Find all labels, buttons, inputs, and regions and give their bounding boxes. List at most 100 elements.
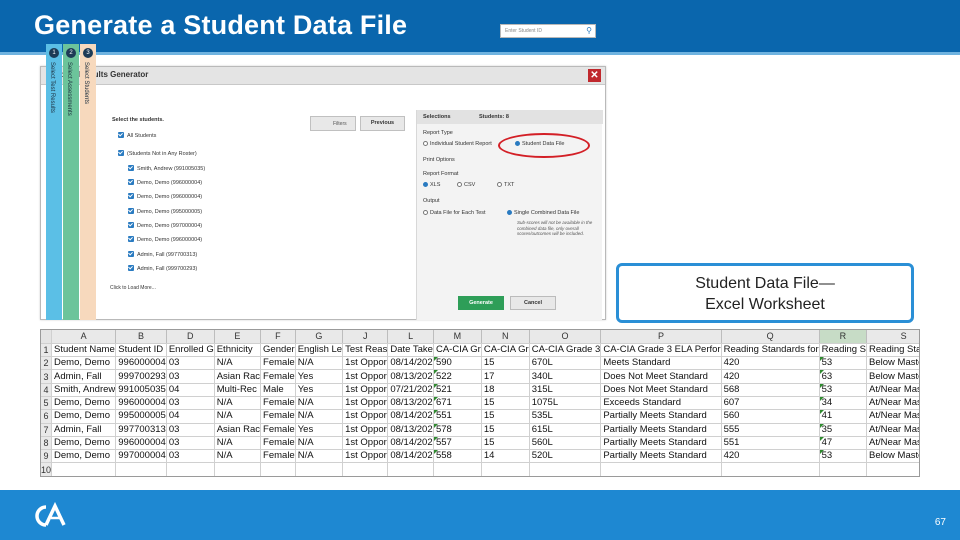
table-cell[interactable]: N/A	[214, 409, 262, 424]
table-cell[interactable]: 420	[721, 449, 820, 464]
table-cell[interactable]: N/A	[214, 436, 262, 451]
table-cell[interactable]: 420	[721, 356, 820, 371]
table-cell[interactable]: English Le	[295, 343, 344, 358]
table-cell[interactable]: At/Near Mastery	[866, 423, 919, 437]
table-cell[interactable]: CA-CIA Grade 3 ELA Perfor	[600, 343, 722, 358]
table-cell[interactable]: 555	[721, 423, 820, 437]
table-cell[interactable]: 08/13/202	[387, 423, 434, 437]
checkbox-icon[interactable]	[128, 193, 134, 199]
table-cell[interactable]: Test Reas	[342, 343, 389, 358]
table-cell[interactable]: Meets Standard	[600, 356, 722, 371]
report-individual-option[interactable]: Individual Student Report	[423, 141, 492, 147]
sheet-corner[interactable]	[41, 330, 52, 344]
radio-selected-icon[interactable]	[423, 182, 428, 187]
row-header[interactable]: 3	[41, 369, 52, 384]
table-cell[interactable]: 03	[166, 356, 215, 371]
column-header[interactable]: J	[342, 330, 389, 344]
table-cell[interactable]: Student Name	[51, 343, 117, 358]
close-icon[interactable]: ✕	[588, 69, 601, 82]
table-cell[interactable]: 04	[166, 409, 215, 424]
table-cell[interactable]: 15	[481, 356, 530, 371]
load-more-link[interactable]: Click to Load More...	[110, 285, 156, 291]
table-cell[interactable]: 41	[819, 409, 868, 424]
table-cell[interactable]: 671	[433, 396, 482, 411]
column-header[interactable]: E	[214, 330, 262, 344]
table-cell[interactable]: 991005035	[115, 383, 167, 397]
table-cell[interactable]: 995000005	[115, 409, 167, 424]
table-cell[interactable]: N/A	[214, 449, 262, 464]
table-cell[interactable]: 53	[819, 383, 868, 397]
step-select-test-results[interactable]: 1 Select Test Results	[46, 44, 62, 320]
table-cell[interactable]	[115, 462, 167, 476]
table-cell[interactable]: Ethnicity	[214, 343, 262, 358]
row-header[interactable]: 4	[41, 383, 52, 397]
row-header[interactable]: 2	[41, 356, 52, 371]
table-cell[interactable]: N/A	[295, 436, 344, 451]
table-cell[interactable]: 1st Oppor	[342, 383, 389, 397]
table-cell[interactable]: 568	[721, 383, 820, 397]
student-checkbox-item[interactable]: Demo, Demo (997000004)	[128, 222, 202, 231]
table-cell[interactable]: 03	[166, 369, 215, 384]
student-checkbox-item[interactable]: Smith, Andrew (991005035)	[128, 165, 205, 174]
table-cell[interactable]: Gender	[260, 343, 296, 358]
table-cell[interactable]: At/Near Mastery	[866, 436, 919, 451]
table-cell[interactable]	[295, 462, 344, 476]
table-cell[interactable]: N/A	[295, 449, 344, 464]
table-cell[interactable]: CA-CIA Gr	[481, 343, 530, 358]
table-cell[interactable]: 15	[481, 396, 530, 411]
table-cell[interactable]: 1st Oppor	[342, 409, 389, 424]
table-cell[interactable]: Below Mastery	[866, 356, 919, 371]
table-cell[interactable]: CA-CIA Grade 3	[529, 343, 602, 358]
table-cell[interactable]	[387, 462, 434, 476]
table-cell[interactable]: Female	[260, 396, 296, 411]
radio-selected-icon[interactable]	[507, 210, 512, 215]
table-cell[interactable]	[819, 462, 868, 476]
table-cell[interactable]: 522	[433, 369, 482, 384]
table-cell[interactable]: 521	[433, 383, 482, 397]
student-checkbox-item[interactable]: Demo, Demo (995000005)	[128, 208, 202, 217]
table-cell[interactable]: Female	[260, 409, 296, 424]
row-header[interactable]: 9	[41, 449, 52, 464]
table-cell[interactable]: 08/13/202	[387, 396, 434, 411]
table-cell[interactable]: 08/14/202	[387, 409, 434, 424]
student-id-search-input[interactable]: Enter Student ID ⚲	[500, 24, 596, 38]
table-cell[interactable]: N/A	[214, 356, 262, 371]
table-cell[interactable]: N/A	[214, 396, 262, 411]
format-txt-option[interactable]: TXT	[497, 182, 514, 188]
student-checkbox-item[interactable]: Demo, Demo (996000004)	[128, 236, 202, 245]
student-checkbox-item[interactable]: Admin, Fall (997700313)	[128, 251, 197, 260]
student-checkbox-item[interactable]: Admin, Fall (999700293)	[128, 265, 197, 274]
table-cell[interactable]: 1st Oppor	[342, 396, 389, 411]
table-cell[interactable]: Female	[260, 436, 296, 451]
table-cell[interactable]: Smith, Andrew	[51, 383, 117, 397]
row-header[interactable]: 6	[41, 409, 52, 424]
checkbox-icon[interactable]	[128, 251, 134, 257]
format-csv-option[interactable]: CSV	[457, 182, 475, 188]
table-cell[interactable]: 53	[819, 449, 868, 464]
table-cell[interactable]: 551	[721, 436, 820, 451]
row-header[interactable]: 10	[41, 462, 52, 476]
table-cell[interactable]: Below Mastery	[866, 369, 919, 384]
table-cell[interactable]: Demo, Demo	[51, 396, 117, 411]
column-header[interactable]: O	[529, 330, 602, 344]
table-cell[interactable]: Below Mastery	[866, 449, 919, 464]
column-header[interactable]: P	[600, 330, 722, 344]
table-cell[interactable]	[166, 462, 215, 476]
column-header[interactable]: G	[295, 330, 344, 344]
table-cell[interactable]: 08/14/202	[387, 436, 434, 451]
table-cell[interactable]: 535L	[529, 409, 602, 424]
table-cell[interactable]: 997000004	[115, 449, 167, 464]
generate-button[interactable]: Generate	[458, 296, 504, 310]
student-checkbox-item[interactable]: All Students	[118, 132, 156, 141]
table-cell[interactable]: 03	[166, 449, 215, 464]
table-cell[interactable]: 04	[166, 383, 215, 397]
table-cell[interactable]	[721, 462, 820, 476]
table-cell[interactable]: Does Not Meet Standard	[600, 383, 722, 397]
table-cell[interactable]	[481, 462, 530, 476]
table-cell[interactable]: 63	[819, 369, 868, 384]
table-cell[interactable]: Date Take	[387, 343, 434, 358]
table-cell[interactable]: At/Near Mastery	[866, 409, 919, 424]
table-cell[interactable]: 53	[819, 356, 868, 371]
column-header[interactable]: F	[260, 330, 296, 344]
student-checkbox-item[interactable]: (Students Not in Any Roster)	[118, 150, 197, 159]
